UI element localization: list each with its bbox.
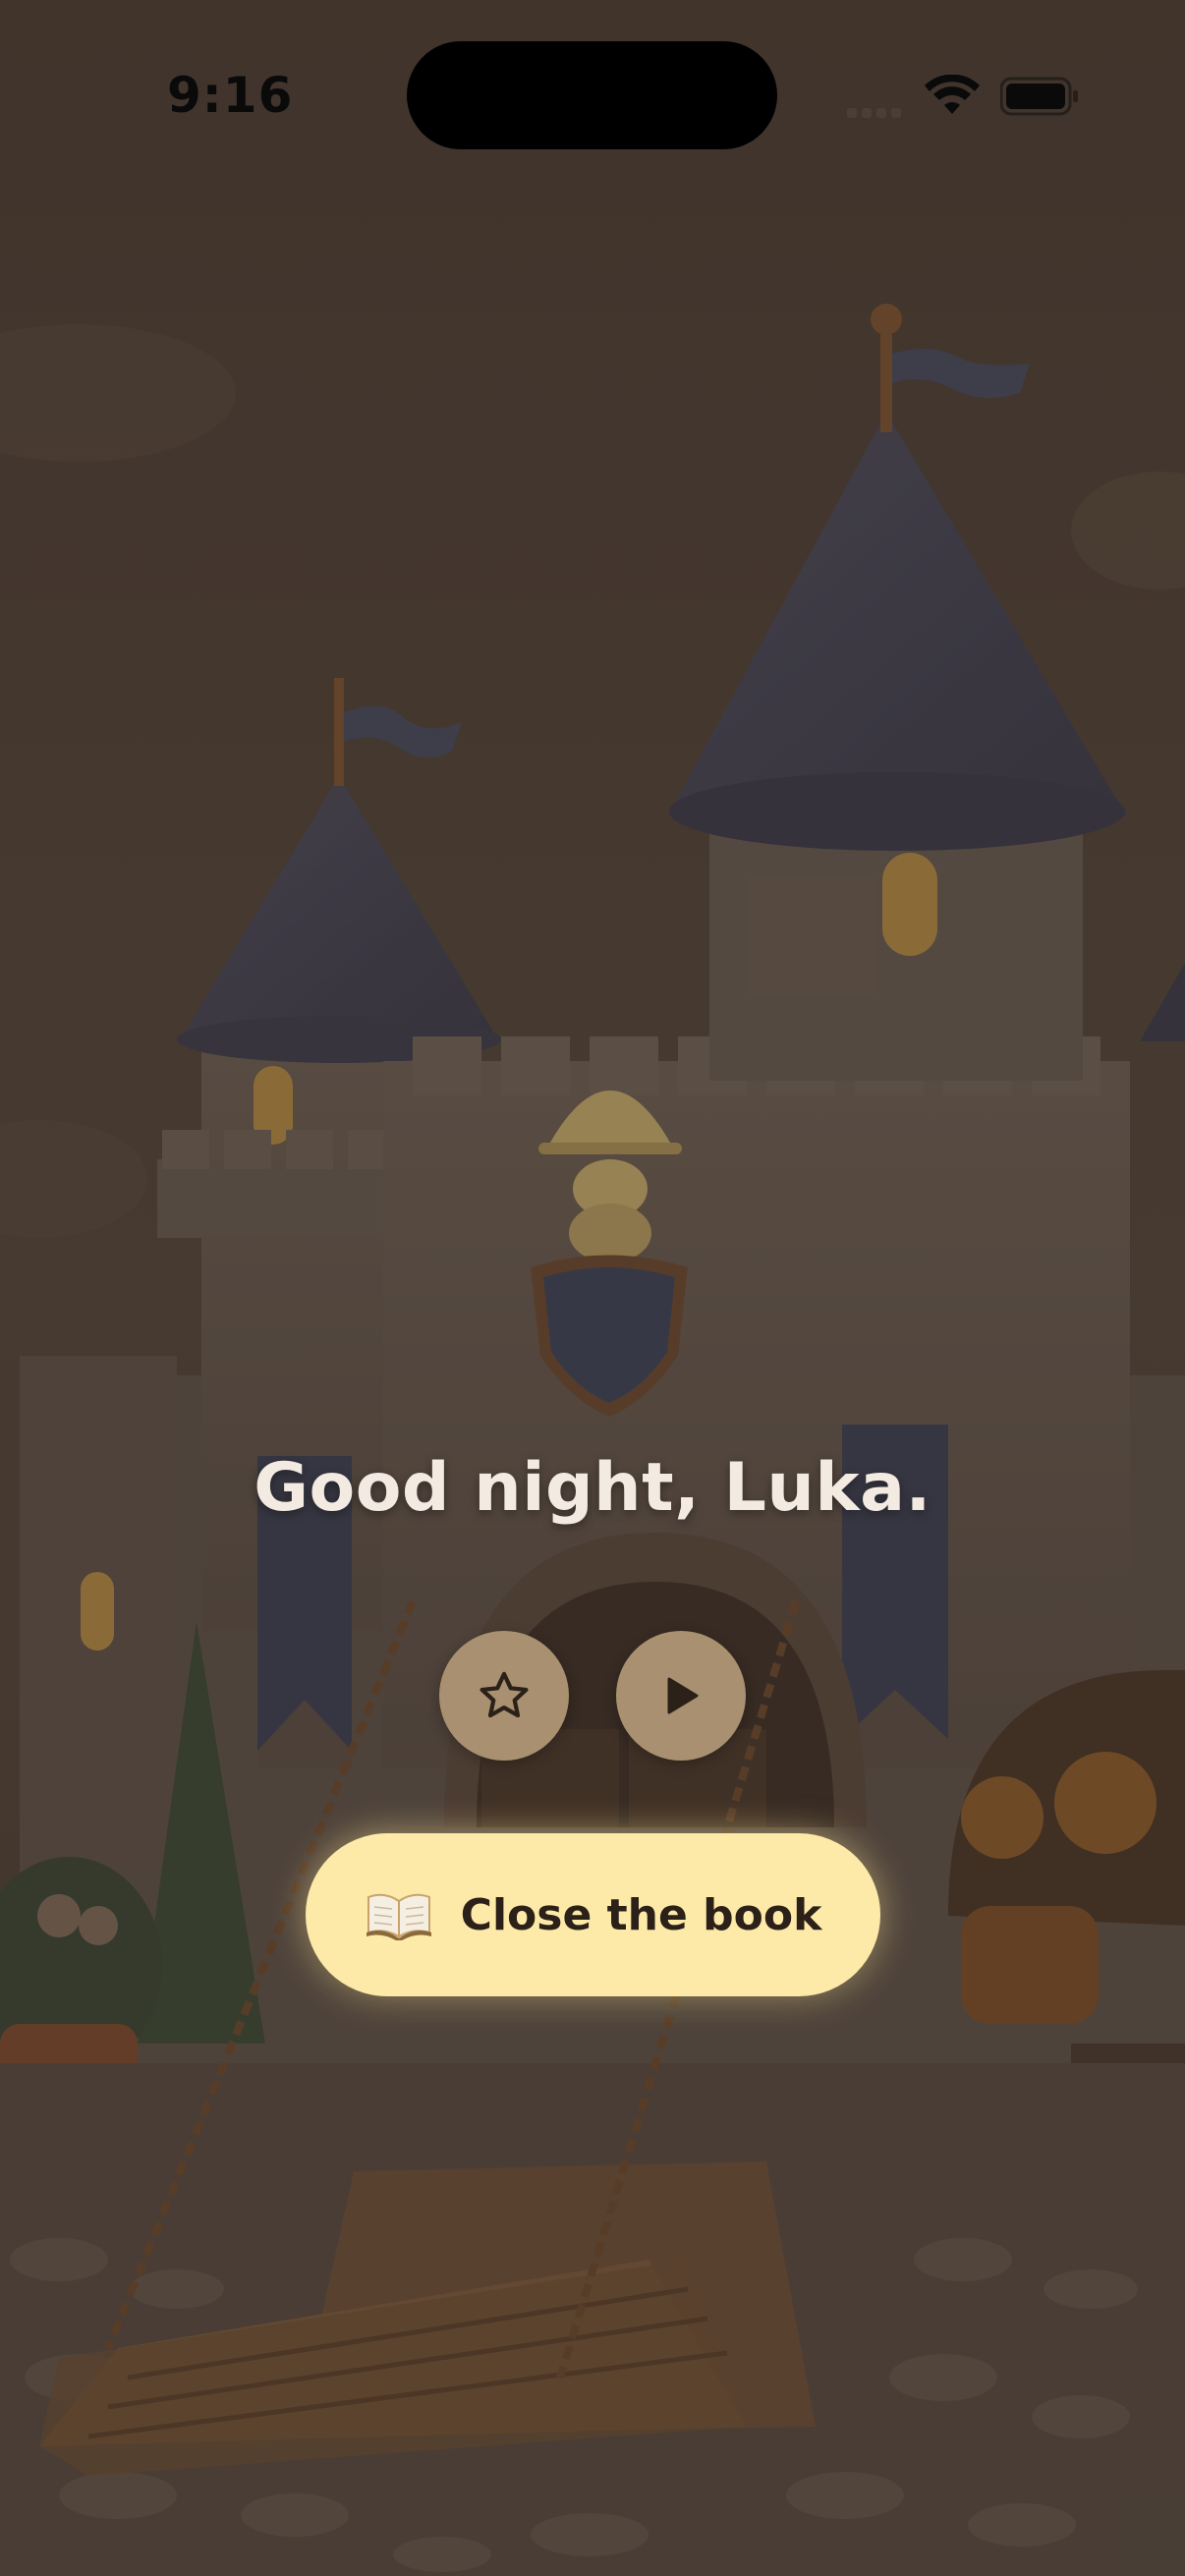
dynamic-island [407, 41, 777, 149]
star-icon [480, 1671, 529, 1718]
favorite-button[interactable] [439, 1631, 569, 1761]
cellular-signal-icon [847, 103, 908, 118]
battery-icon [1000, 77, 1078, 116]
close-book-label: Close the book [460, 1889, 822, 1940]
open-book-icon [366, 1893, 431, 1940]
status-bar: 9:16 [0, 0, 1185, 187]
play-button[interactable] [616, 1631, 746, 1761]
close-book-button[interactable]: Close the book [306, 1833, 880, 1996]
wifi-icon [925, 75, 980, 114]
greeting-title: Good night, Luka. [254, 1449, 931, 1527]
play-icon [667, 1677, 699, 1714]
dim-overlay [0, 0, 1185, 2576]
status-time: 9:16 [167, 67, 294, 124]
